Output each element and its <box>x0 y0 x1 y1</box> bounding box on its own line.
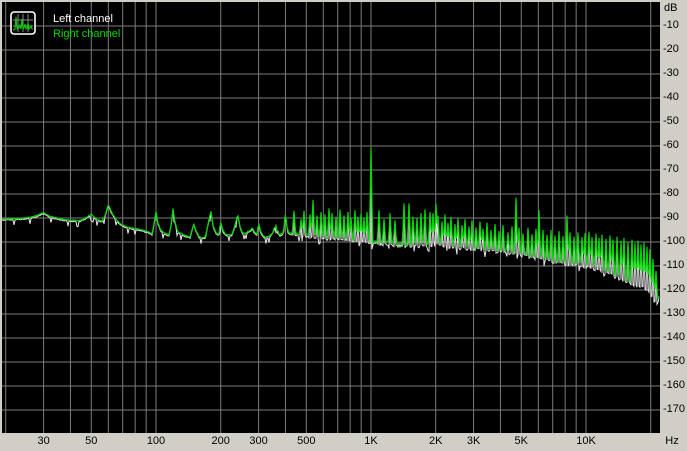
spectrum-thumbnail-icon <box>10 11 36 35</box>
legend-left-channel-label: Left channel <box>53 13 113 25</box>
spectrum-plot-area <box>2 2 660 433</box>
x-tick-label: 200 <box>211 435 230 447</box>
y-tick-label: -50 <box>663 115 679 127</box>
y-tick-label: -160 <box>663 379 686 391</box>
y-tick-label: -90 <box>663 211 679 223</box>
x-tick-label: 100 <box>146 435 166 447</box>
spectrum-chart <box>2 2 660 433</box>
spectrum-analyzer-window: Left channel Right channel dB -10 -20 -30 -… <box>0 0 687 451</box>
y-tick-label: -170 <box>663 403 686 415</box>
x-tick-label: 30 <box>37 435 50 447</box>
y-axis: dB -10 -20 -30 -40 -50 -60 -70 -80 -90 -100 -110 -1… <box>660 0 687 451</box>
y-tick-label: -10 <box>663 19 679 31</box>
x-tick-label: 1K <box>364 435 378 447</box>
x-tick-label: 3K <box>466 435 481 447</box>
x-tick-label: 500 <box>297 435 316 447</box>
right-channel-trace <box>2 147 660 300</box>
y-tick-label: -120 <box>663 283 686 295</box>
y-tick-label: -70 <box>663 163 679 175</box>
x-tick-label: 300 <box>249 435 268 447</box>
y-tick-label: -40 <box>663 91 679 103</box>
y-tick-label: -140 <box>663 331 686 343</box>
x-axis: Hz 30 50 100 200 300 500 1K 2K 3K 5K 10K <box>0 433 687 451</box>
y-tick-label: -60 <box>663 139 679 151</box>
y-tick-label: -150 <box>663 355 686 367</box>
y-axis-unit-label: dB <box>664 2 678 14</box>
y-tick-label: -20 <box>663 43 679 55</box>
y-tick-label: -130 <box>663 307 686 319</box>
y-tick-label: -80 <box>663 187 679 199</box>
x-tick-label: 50 <box>85 435 98 447</box>
y-tick-label: -110 <box>663 259 685 271</box>
y-tick-label: -100 <box>663 235 686 247</box>
x-tick-label: 5K <box>514 435 528 447</box>
x-axis-unit-label: Hz <box>665 435 679 447</box>
y-tick-label: -30 <box>663 67 679 79</box>
legend-right-channel-label: Right channel <box>53 28 121 40</box>
legend: Left channel Right channel <box>10 11 120 42</box>
x-tick-label: 10K <box>576 435 596 447</box>
x-tick-label: 2K <box>428 435 443 447</box>
